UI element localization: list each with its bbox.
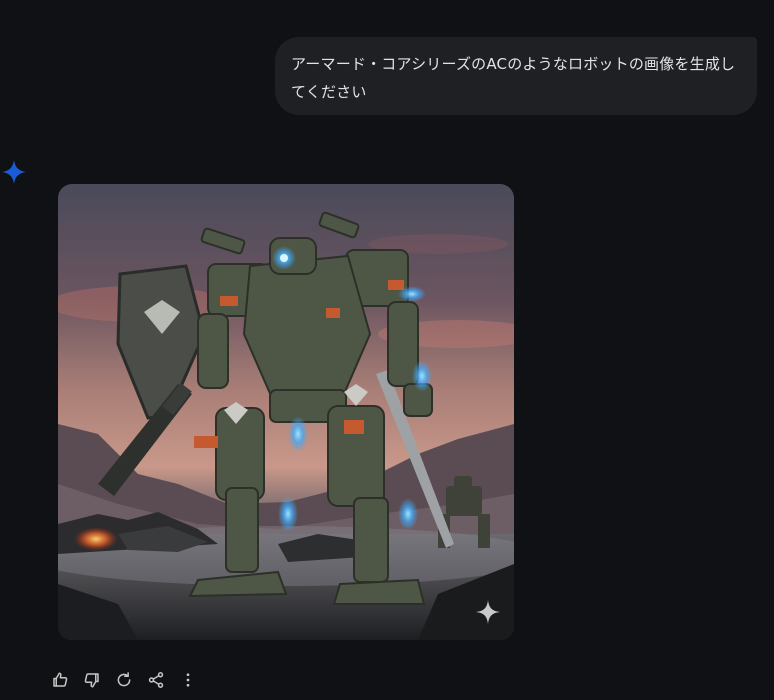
thumbs-down-icon xyxy=(84,673,99,688)
gemini-sparkle-icon xyxy=(1,159,27,185)
more-options-icon xyxy=(186,673,190,687)
share-button[interactable] xyxy=(144,668,168,692)
regenerate-button[interactable] xyxy=(112,668,136,692)
response-action-bar xyxy=(48,668,208,692)
regenerate-icon xyxy=(117,672,131,687)
share-icon xyxy=(148,672,164,688)
user-message-text: アーマード・コアシリーズのACのようなロボットの画像を生成してください xyxy=(291,55,736,101)
thumbs-up-button[interactable] xyxy=(48,668,72,692)
chat-page: アーマード・コアシリーズのACのようなロボットの画像を生成してください xyxy=(0,0,774,700)
generated-robot-image[interactable] xyxy=(58,184,514,640)
user-message-bubble: アーマード・コアシリーズのACのようなロボットの画像を生成してください xyxy=(275,37,757,115)
thumbs-down-button[interactable] xyxy=(80,668,104,692)
more-options-button[interactable] xyxy=(176,668,200,692)
thumbs-up-icon xyxy=(53,672,68,687)
